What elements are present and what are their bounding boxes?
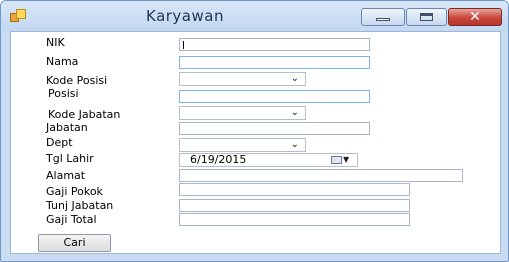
chevron-down-icon: ⌄: [290, 73, 299, 84]
tunj-jabatan-label: Tunj Jabatan: [46, 199, 114, 212]
gaji-pokok-label: Gaji Pokok: [46, 185, 103, 198]
gaji-total-label: Gaji Total: [46, 213, 97, 226]
nama-input[interactable]: [179, 56, 370, 69]
dept-label: Dept: [46, 136, 73, 149]
form-client-area: NIK Nama Kode Posisi ⌄ Posisi Kode Jabat…: [10, 31, 501, 254]
karyawan-window: Karyawan ✕ NIK Nama Kode Posisi ⌄ Posisi…: [0, 0, 509, 262]
posisi-input[interactable]: [179, 90, 370, 103]
nama-label: Nama: [46, 55, 79, 68]
posisi-label: Posisi: [48, 87, 79, 100]
chevron-down-icon: ⌄: [290, 107, 299, 118]
gaji-pokok-input[interactable]: [179, 183, 410, 196]
kode-jabatan-combobox[interactable]: ⌄: [179, 106, 306, 120]
alamat-input[interactable]: [179, 169, 463, 182]
gaji-total-input[interactable]: [179, 213, 410, 226]
tgl-lahir-datepicker[interactable]: 6/19/2015 ▼: [179, 153, 358, 167]
maximize-icon: [420, 13, 433, 21]
cari-button[interactable]: Cari: [38, 234, 111, 252]
kode-jabatan-label: Kode Jabatan: [48, 108, 121, 121]
tgl-lahir-label: Tgl Lahir: [46, 152, 94, 165]
tgl-lahir-value: 6/19/2015: [190, 153, 247, 166]
close-button[interactable]: ✕: [448, 8, 502, 26]
dropdown-arrow-icon[interactable]: ▼: [343, 154, 349, 166]
title-bar[interactable]: Karyawan ✕: [1, 1, 508, 31]
chevron-down-icon: ⌄: [290, 139, 299, 150]
maximize-button[interactable]: [406, 8, 447, 26]
kode-posisi-combobox[interactable]: ⌄: [179, 72, 306, 86]
close-icon: ✕: [469, 9, 481, 25]
jabatan-label: Jabatan: [46, 121, 88, 134]
form-icon: [10, 9, 26, 22]
tunj-jabatan-input[interactable]: [179, 199, 410, 212]
alamat-label: Alamat: [46, 169, 86, 182]
minimize-button[interactable]: [361, 8, 405, 26]
nik-label: NIK: [46, 36, 65, 49]
nik-input[interactable]: [179, 38, 370, 51]
dept-combobox[interactable]: ⌄: [179, 138, 306, 152]
window-title: Karyawan: [146, 7, 224, 25]
minimize-icon: [376, 18, 390, 21]
jabatan-input[interactable]: [179, 122, 370, 135]
calendar-icon[interactable]: [331, 156, 342, 164]
kode-posisi-label: Kode Posisi: [46, 74, 108, 87]
